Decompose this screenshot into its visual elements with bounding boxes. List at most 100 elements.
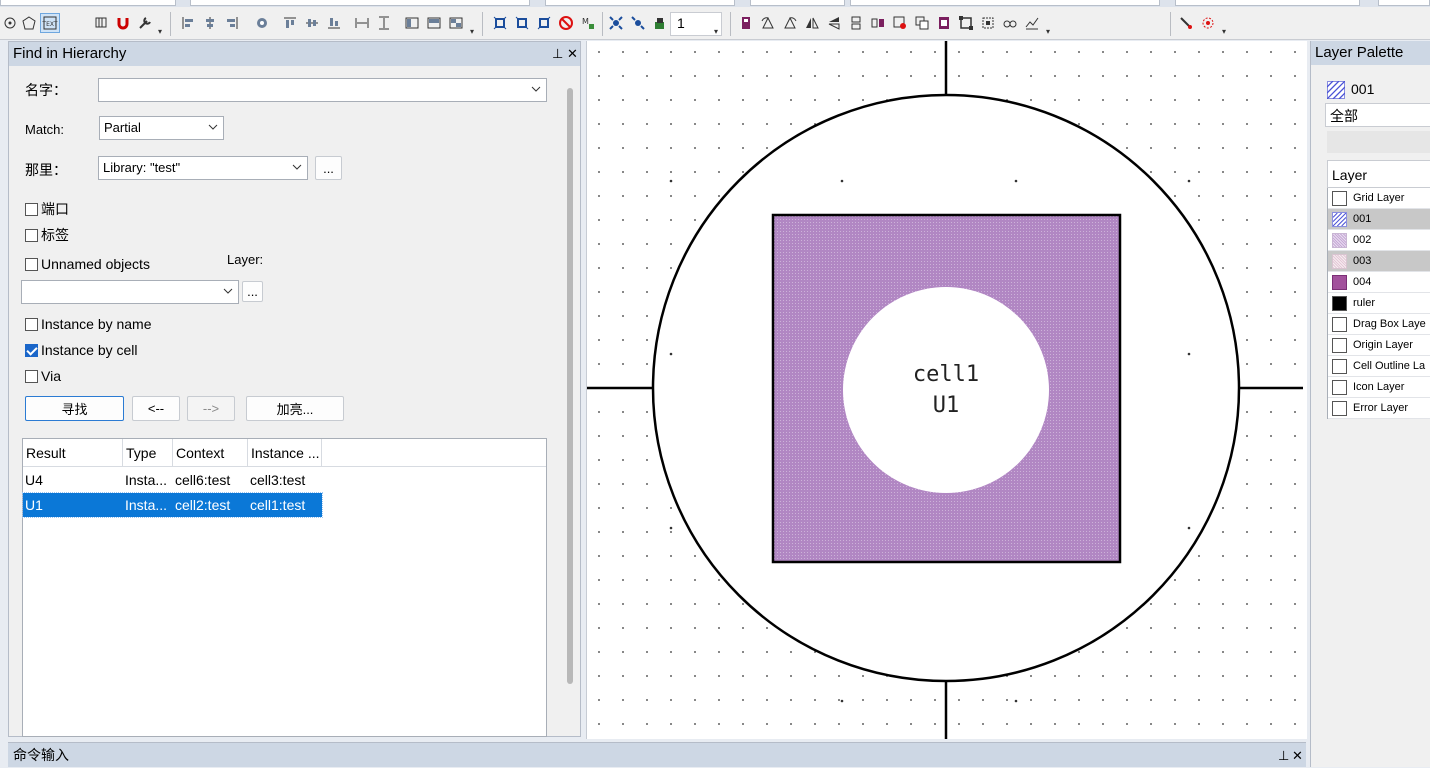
bounding-box-icon[interactable]: [956, 13, 976, 33]
layer-dropdown[interactable]: [21, 280, 239, 304]
top-tab-4[interactable]: [750, 0, 845, 6]
zoom-fit-icon[interactable]: [490, 13, 510, 33]
top-tab-3[interactable]: [545, 0, 735, 6]
top-tab-1[interactable]: [0, 0, 176, 6]
layer-row-origin-layer[interactable]: Origin Layer: [1328, 335, 1430, 356]
link-icon[interactable]: [1000, 13, 1020, 33]
rotate-left-icon[interactable]: [758, 13, 778, 33]
toolbar-dropdown-4[interactable]: ▾: [1046, 28, 1053, 36]
table-row-selected[interactable]: U1 Insta... cell2:test cell1:test: [22, 492, 323, 518]
current-layer-indicator[interactable]: 001: [1327, 79, 1430, 101]
align-right-icon[interactable]: [222, 13, 242, 33]
toolbar-dropdown-1[interactable]: ▾: [158, 28, 165, 36]
where-dropdown[interactable]: Library: "test": [98, 156, 308, 180]
align-center-icon[interactable]: [200, 13, 220, 33]
layout-columns-icon[interactable]: [402, 13, 422, 33]
column-header-type[interactable]: Type: [123, 439, 173, 467]
flip-vertical-icon[interactable]: [824, 13, 844, 33]
layer-row-grid-layer[interactable]: Grid Layer: [1328, 188, 1430, 209]
top-tab-6[interactable]: [1175, 0, 1360, 6]
polygon-icon[interactable]: [19, 13, 39, 33]
label-checkbox-box[interactable]: [25, 228, 38, 242]
port-checkbox-box[interactable]: [25, 202, 38, 216]
layer-row-icon-layer[interactable]: Icon Layer: [1328, 377, 1430, 398]
no-entry-icon[interactable]: [556, 13, 576, 33]
stack-horizontal-icon[interactable]: [868, 13, 888, 33]
instance-by-cell-checkbox-box[interactable]: [25, 343, 38, 357]
stack-vertical-icon[interactable]: [846, 13, 866, 33]
where-browse-button[interactable]: ...: [315, 156, 342, 180]
chart-icon[interactable]: [1022, 13, 1042, 33]
zoom-out-icon[interactable]: [534, 13, 554, 33]
layer-row-001[interactable]: 001: [1328, 209, 1430, 230]
highlight-button[interactable]: 加亮...: [246, 396, 344, 421]
label-checkbox[interactable]: 标签: [25, 225, 69, 245]
next-button[interactable]: -->: [187, 396, 235, 421]
fit-selection-icon[interactable]: [628, 13, 648, 33]
table-row[interactable]: U4 Insta... cell6:test cell3:test: [23, 468, 322, 492]
magnet-icon[interactable]: [113, 13, 133, 33]
grid-mbb-icon[interactable]: [92, 13, 112, 33]
instance-by-name-checkbox[interactable]: Instance by name: [25, 316, 152, 332]
layer-filter-dropdown[interactable]: 全部: [1325, 103, 1430, 127]
chevron-down-icon[interactable]: [223, 286, 233, 296]
column-header-instance[interactable]: Instance ...: [248, 439, 322, 467]
layout-rows-icon[interactable]: [424, 13, 444, 33]
port-checkbox[interactable]: 端口: [25, 199, 69, 219]
column-header-context[interactable]: Context: [173, 439, 248, 467]
flip-horizontal-icon[interactable]: [802, 13, 822, 33]
distribute-vertical-icon[interactable]: [374, 13, 394, 33]
top-tab-5[interactable]: [850, 0, 1160, 6]
probe-pen-icon[interactable]: [1176, 13, 1196, 33]
align-middle-icon[interactable]: [302, 13, 322, 33]
layer-row-002[interactable]: 002: [1328, 230, 1430, 251]
text-tool-icon[interactable]: TEXT: [40, 13, 60, 33]
zoom-in-icon[interactable]: [512, 13, 532, 33]
distribute-horizontal-icon[interactable]: [352, 13, 372, 33]
align-left-icon[interactable]: [178, 13, 198, 33]
toolbar-dropdown-5[interactable]: ▾: [1222, 28, 1229, 36]
circle-select-icon[interactable]: [0, 13, 20, 33]
layer-row-004[interactable]: 004: [1328, 272, 1430, 293]
pin-icon[interactable]: ⊥: [552, 42, 563, 66]
layer-row-drag-box-layer[interactable]: Drag Box Laye: [1328, 314, 1430, 335]
pin-icon[interactable]: ⊥: [1278, 743, 1289, 768]
align-bottom-icon[interactable]: [324, 13, 344, 33]
layer-row-error-layer[interactable]: Error Layer: [1328, 398, 1430, 419]
via-checkbox-box[interactable]: [25, 369, 38, 383]
match-dropdown[interactable]: Partial: [99, 116, 224, 140]
inner-cutout-circle[interactable]: [843, 287, 1049, 493]
layer-row-ruler[interactable]: ruler: [1328, 293, 1430, 314]
instance-icon[interactable]: [736, 13, 756, 33]
instance-by-name-checkbox-box[interactable]: [25, 317, 38, 331]
top-tab-2[interactable]: [190, 0, 530, 6]
rotate-right-icon[interactable]: [780, 13, 800, 33]
chevron-down-icon[interactable]: [531, 84, 541, 94]
fit-all-icon[interactable]: [606, 13, 626, 33]
layout-grid-icon[interactable]: [446, 13, 466, 33]
wrench-icon[interactable]: [135, 13, 155, 33]
close-icon[interactable]: ✕: [1292, 743, 1303, 768]
top-tab-7[interactable]: [1378, 0, 1430, 6]
instance-by-cell-checkbox[interactable]: Instance by cell: [25, 342, 138, 358]
previous-button[interactable]: <--: [132, 396, 180, 421]
schematic-canvas[interactable]: cell1 U1: [586, 41, 1308, 739]
panel-scrollbar[interactable]: [567, 88, 573, 684]
name-combobox[interactable]: [98, 78, 547, 102]
command-input-bar[interactable]: 命令输入 ⊥ ✕: [8, 742, 1306, 767]
align-top-icon[interactable]: [280, 13, 300, 33]
chevron-down-icon[interactable]: [292, 162, 302, 172]
find-button[interactable]: 寻找: [25, 396, 124, 421]
select-area-icon[interactable]: [978, 13, 998, 33]
unnamed-objects-checkbox[interactable]: Unnamed objects: [25, 256, 150, 272]
grid-snap-icon[interactable]: M: [578, 13, 598, 33]
layer-stack-icon[interactable]: [650, 13, 670, 33]
toolbar-dropdown-2[interactable]: ▾: [470, 28, 477, 36]
layer-row-cell-outline-layer[interactable]: Cell Outline La: [1328, 356, 1430, 377]
via-checkbox[interactable]: Via: [25, 368, 61, 384]
delete-shape-icon[interactable]: [890, 13, 910, 33]
layer-column-header[interactable]: Layer: [1327, 160, 1430, 188]
cell-view-icon[interactable]: [934, 13, 954, 33]
settings-cog-icon[interactable]: [252, 13, 272, 33]
layer-browse-button[interactable]: ...: [242, 281, 263, 302]
